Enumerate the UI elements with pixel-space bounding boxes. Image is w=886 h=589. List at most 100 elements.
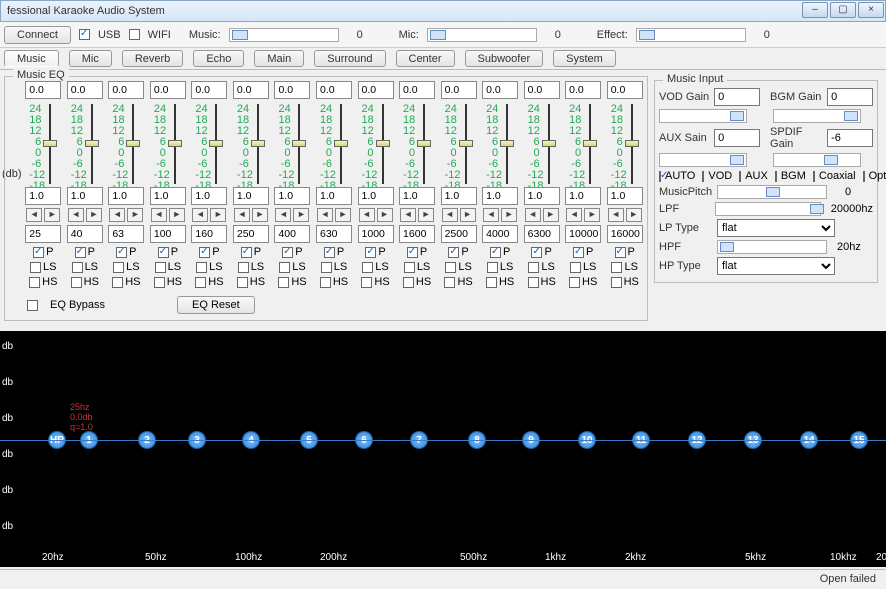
eq-hs-checkbox[interactable]	[403, 277, 414, 288]
eq-fader[interactable]	[168, 104, 182, 184]
hptype-select[interactable]: flat	[717, 257, 835, 275]
eq-step-up[interactable]: ►	[584, 208, 600, 222]
eq-ls-checkbox[interactable]	[279, 262, 290, 273]
eq-db-input[interactable]: 0.0	[191, 81, 227, 99]
maximize-button[interactable]: ▢	[830, 2, 856, 18]
eq-p-checkbox[interactable]	[158, 247, 169, 258]
close-button[interactable]: ×	[858, 2, 884, 18]
eq-db-input[interactable]: 0.0	[316, 81, 352, 99]
eq-fader[interactable]	[417, 104, 431, 184]
eq-q-input[interactable]: 1.0	[441, 187, 477, 205]
eq-p-checkbox[interactable]	[448, 247, 459, 258]
eq-ls-checkbox[interactable]	[528, 262, 539, 273]
eq-q-input[interactable]: 1.0	[233, 187, 269, 205]
spdif-gain-value[interactable]: -6	[827, 129, 873, 147]
eq-fader[interactable]	[459, 104, 473, 184]
eq-fader[interactable]	[251, 104, 265, 184]
eq-ls-checkbox[interactable]	[113, 262, 124, 273]
eq-hs-checkbox[interactable]	[320, 277, 331, 288]
eq-q-input[interactable]: 1.0	[67, 187, 103, 205]
eq-db-input[interactable]: 0.0	[25, 81, 61, 99]
eq-q-input[interactable]: 1.0	[25, 187, 61, 205]
eq-db-input[interactable]: 0.0	[358, 81, 394, 99]
eq-db-input[interactable]: 0.0	[524, 81, 560, 99]
tab-center[interactable]: Center	[396, 50, 455, 67]
eq-ls-checkbox[interactable]	[321, 262, 332, 273]
eq-hz-input[interactable]: 63	[108, 225, 144, 243]
eq-reset-button[interactable]: EQ Reset	[177, 296, 255, 314]
wifi-checkbox[interactable]	[129, 29, 140, 40]
source-aux-checkbox[interactable]	[739, 171, 741, 182]
eq-db-input[interactable]: 0.0	[482, 81, 518, 99]
eq-hs-checkbox[interactable]	[611, 277, 622, 288]
eq-fader[interactable]	[542, 104, 556, 184]
eq-fader[interactable]	[500, 104, 514, 184]
tab-music[interactable]: Music	[4, 50, 59, 67]
eq-ls-checkbox[interactable]	[72, 262, 83, 273]
mic-gain-slider[interactable]	[427, 28, 537, 42]
eq-hs-checkbox[interactable]	[112, 277, 123, 288]
eq-step-up[interactable]: ►	[377, 208, 393, 222]
eq-hz-input[interactable]: 2500	[441, 225, 477, 243]
lptype-select[interactable]: flat	[717, 219, 835, 237]
eq-p-checkbox[interactable]	[615, 247, 626, 258]
eq-q-input[interactable]: 1.0	[274, 187, 310, 205]
eq-ls-checkbox[interactable]	[404, 262, 415, 273]
eq-hs-checkbox[interactable]	[528, 277, 539, 288]
eq-hz-input[interactable]: 40	[67, 225, 103, 243]
eq-hs-checkbox[interactable]	[237, 277, 248, 288]
eq-step-down[interactable]: ◄	[317, 208, 333, 222]
bgm-gain-slider[interactable]	[773, 109, 861, 123]
eq-step-up[interactable]: ►	[293, 208, 309, 222]
eq-db-input[interactable]: 0.0	[565, 81, 601, 99]
eq-step-up[interactable]: ►	[169, 208, 185, 222]
eq-q-input[interactable]: 1.0	[524, 187, 560, 205]
source-coaxial-checkbox[interactable]	[813, 171, 815, 182]
tab-reverb[interactable]: Reverb	[122, 50, 183, 67]
eq-p-checkbox[interactable]	[407, 247, 418, 258]
tab-subwoofer[interactable]: Subwoofer	[465, 50, 544, 67]
eq-hz-input[interactable]: 25	[25, 225, 61, 243]
eq-hz-input[interactable]: 4000	[482, 225, 518, 243]
eq-step-up[interactable]: ►	[127, 208, 143, 222]
eq-q-input[interactable]: 1.0	[482, 187, 518, 205]
vod-gain-value[interactable]: 0	[714, 88, 760, 106]
eq-step-down[interactable]: ◄	[68, 208, 84, 222]
eq-fader[interactable]	[376, 104, 390, 184]
tab-surround[interactable]: Surround	[314, 50, 385, 67]
eq-step-down[interactable]: ◄	[566, 208, 582, 222]
eq-fader[interactable]	[209, 104, 223, 184]
source-vod-checkbox[interactable]	[702, 171, 704, 182]
music-pitch-slider[interactable]	[717, 185, 827, 199]
eq-p-checkbox[interactable]	[531, 247, 542, 258]
eq-db-input[interactable]: 0.0	[441, 81, 477, 99]
eq-p-checkbox[interactable]	[116, 247, 127, 258]
eq-ls-checkbox[interactable]	[155, 262, 166, 273]
eq-hz-input[interactable]: 400	[274, 225, 310, 243]
eq-q-input[interactable]: 1.0	[565, 187, 601, 205]
eq-step-down[interactable]: ◄	[234, 208, 250, 222]
eq-step-down[interactable]: ◄	[483, 208, 499, 222]
eq-step-up[interactable]: ►	[501, 208, 517, 222]
eq-hs-checkbox[interactable]	[486, 277, 497, 288]
eq-hz-input[interactable]: 1000	[358, 225, 394, 243]
eq-db-input[interactable]: 0.0	[399, 81, 435, 99]
music-gain-slider[interactable]	[229, 28, 339, 42]
eq-q-input[interactable]: 1.0	[399, 187, 435, 205]
eq-step-up[interactable]: ►	[44, 208, 60, 222]
eq-ls-checkbox[interactable]	[30, 262, 41, 273]
eq-step-down[interactable]: ◄	[442, 208, 458, 222]
tab-main[interactable]: Main	[254, 50, 304, 67]
eq-ls-checkbox[interactable]	[445, 262, 456, 273]
connect-button[interactable]: Connect	[4, 26, 71, 44]
eq-ls-checkbox[interactable]	[611, 262, 622, 273]
source-bgm-checkbox[interactable]	[775, 171, 777, 182]
eq-fader[interactable]	[583, 104, 597, 184]
minimize-button[interactable]: –	[802, 2, 828, 18]
eq-db-input[interactable]: 0.0	[233, 81, 269, 99]
eq-step-up[interactable]: ►	[460, 208, 476, 222]
eq-p-checkbox[interactable]	[324, 247, 335, 258]
eq-q-input[interactable]: 1.0	[108, 187, 144, 205]
eq-q-input[interactable]: 1.0	[191, 187, 227, 205]
eq-step-down[interactable]: ◄	[359, 208, 375, 222]
